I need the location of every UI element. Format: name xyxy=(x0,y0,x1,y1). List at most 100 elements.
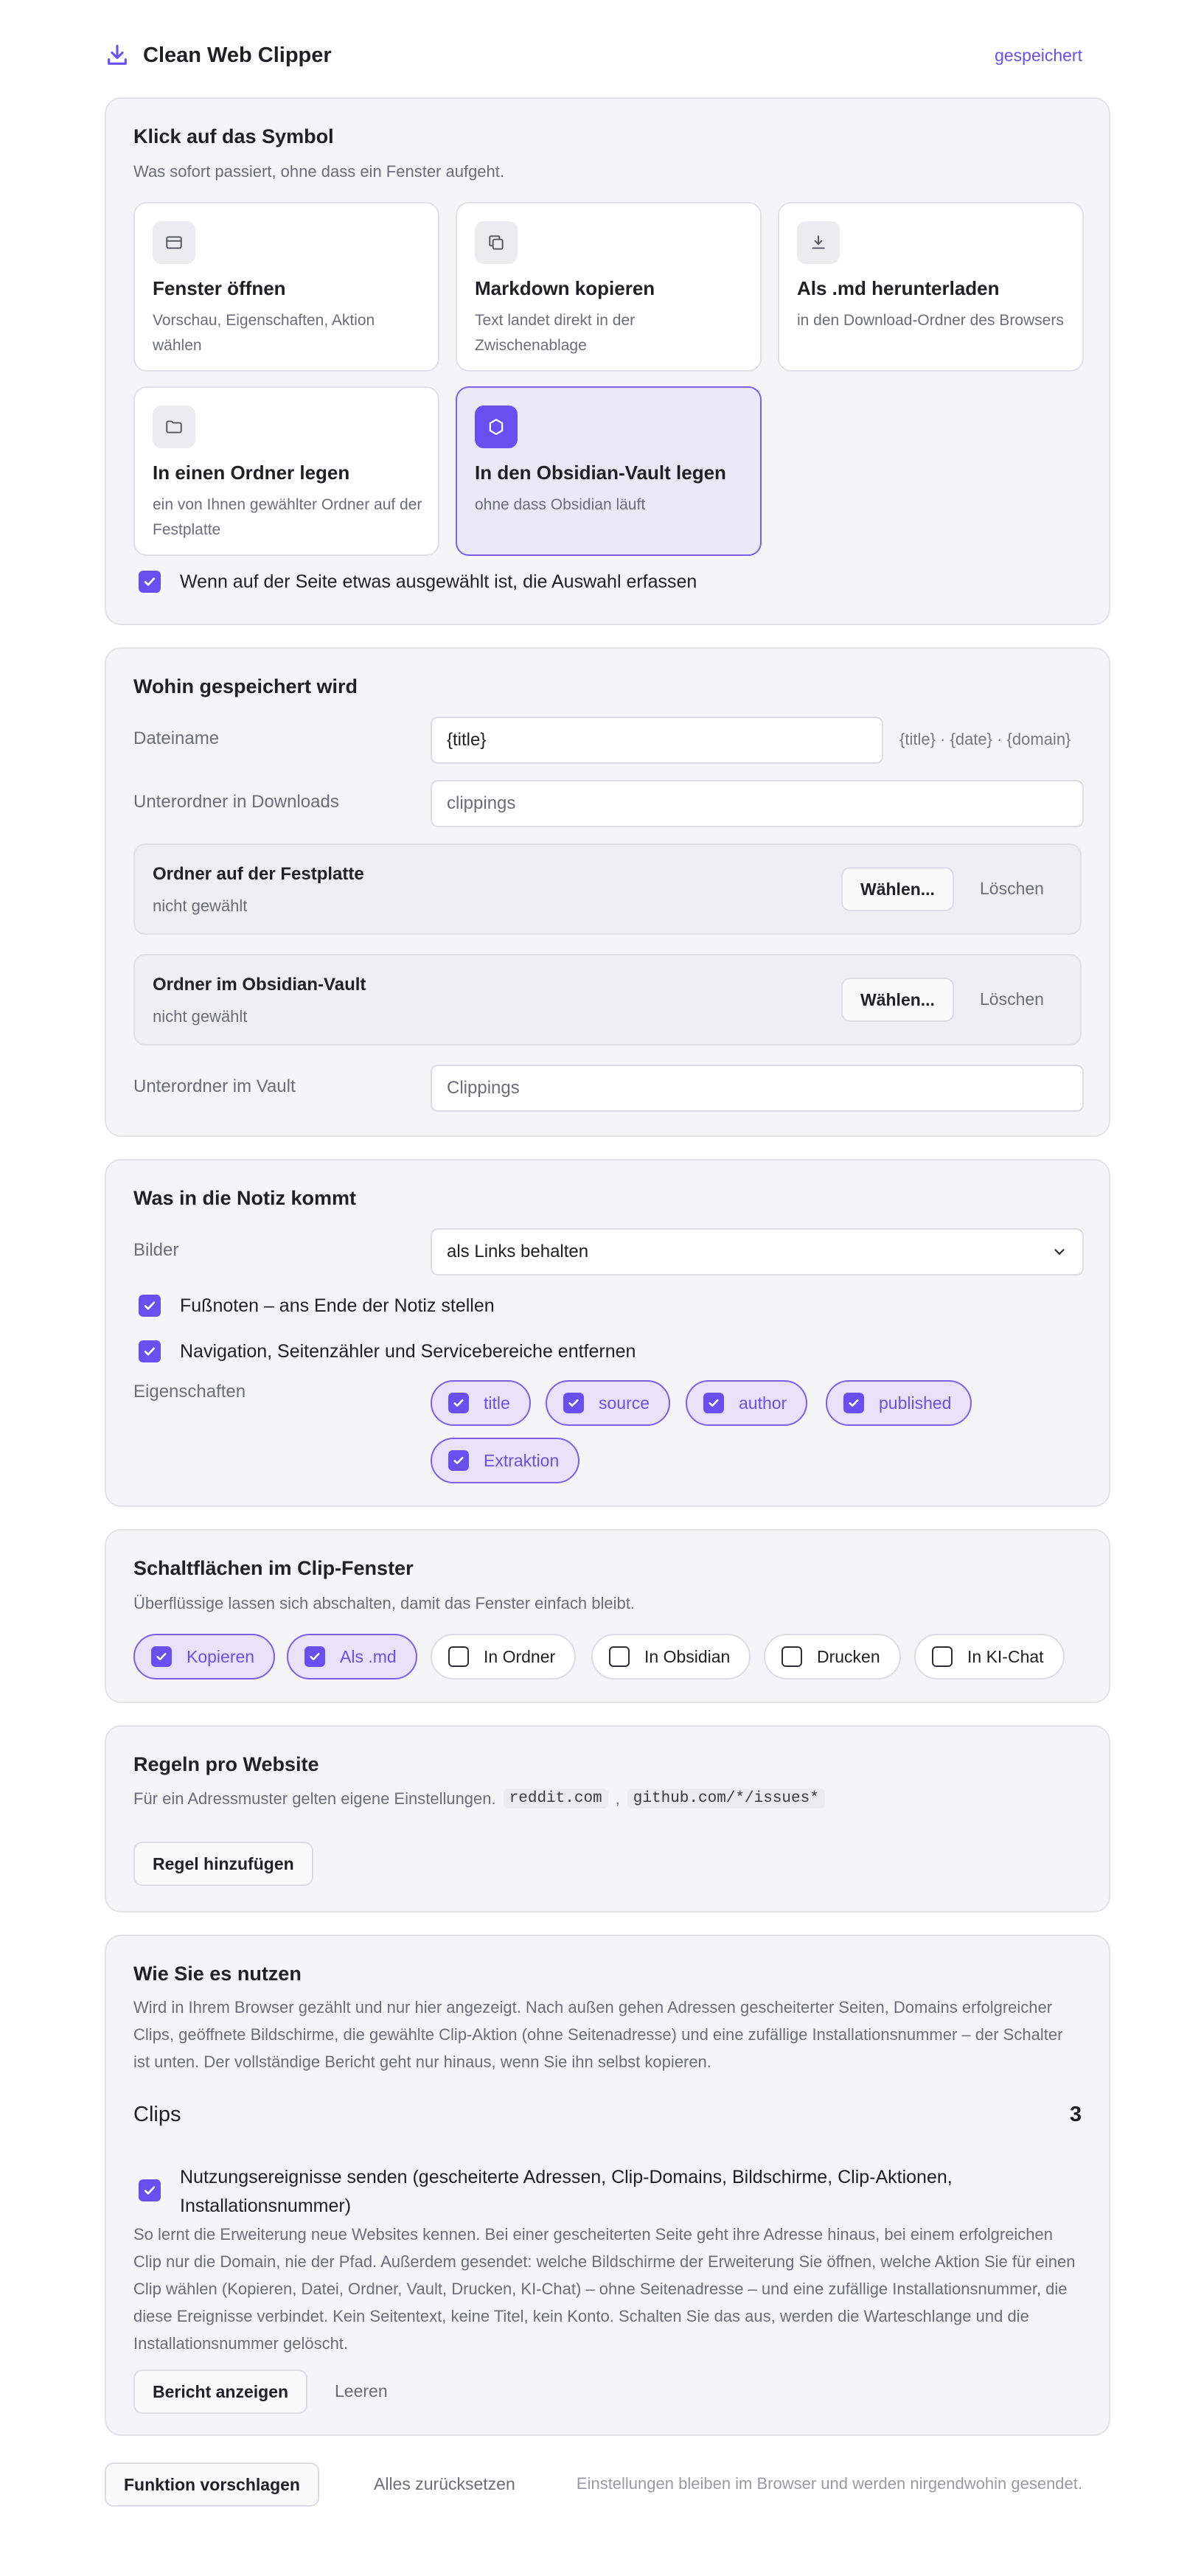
option-title: In einen Ordner legen xyxy=(153,462,350,484)
button-toggle-als-md[interactable]: Als .md xyxy=(287,1634,417,1679)
property-published-toggle[interactable]: published xyxy=(826,1380,972,1426)
section-title: Wie Sie es nutzen xyxy=(133,1963,302,1985)
rule-example-reddit: reddit.com xyxy=(503,1789,608,1809)
footnotes-row[interactable]: Fußnoten – ans Ende der Notiz stellen xyxy=(139,1295,495,1317)
vault-folder-title: Ordner im Obsidian-Vault xyxy=(153,975,366,995)
suggest-feature-button[interactable]: Funktion vorschlagen xyxy=(105,2462,319,2507)
button-toggle-label: Drucken xyxy=(817,1646,880,1666)
images-select[interactable]: als Links behalten xyxy=(431,1228,1084,1275)
site-rules-section: Regeln pro Website Für ein Adressmuster … xyxy=(105,1725,1110,1912)
images-label: Bilder xyxy=(133,1240,179,1260)
button-toggle-label: In Obsidian xyxy=(644,1646,731,1666)
property-source-toggle[interactable]: source xyxy=(546,1380,671,1426)
disk-folder-status: nicht gewählt xyxy=(153,897,248,915)
vault-subfolder-input[interactable]: Clippings xyxy=(431,1065,1084,1112)
button-toggle-kopieren[interactable]: Kopieren xyxy=(133,1634,276,1679)
button-toggle-drucken[interactable]: Drucken xyxy=(764,1634,901,1679)
section-title: Was in die Notiz kommt xyxy=(133,1187,357,1209)
navigation-label: Navigation, Seitenzähler und Servicebere… xyxy=(180,1340,636,1362)
check-icon xyxy=(151,1646,172,1667)
disk-folder-box: Ordner auf der Festplatte nicht gewählt … xyxy=(133,843,1082,935)
telemetry-description: So lernt die Erweiterung neue Websites k… xyxy=(133,2225,1076,2353)
clips-label: Clips xyxy=(133,2103,181,2126)
images-select-value: als Links behalten xyxy=(447,1242,589,1261)
downloads-subfolder-input[interactable]: clippings xyxy=(431,780,1084,827)
add-rule-button[interactable]: Regel hinzufügen xyxy=(133,1842,313,1886)
option-copy-markdown[interactable]: Markdown kopieren Text landet direkt in … xyxy=(456,202,762,372)
usage-section: Wie Sie es nutzen Wird in Ihrem Browser … xyxy=(105,1935,1110,2436)
property-title-toggle[interactable]: title xyxy=(431,1380,531,1426)
choose-disk-folder-button[interactable]: Wählen... xyxy=(841,867,954,911)
checkbox-empty-icon xyxy=(448,1646,469,1667)
checkbox-empty-icon xyxy=(932,1646,953,1667)
telemetry-label: Nutzungsereignisse senden (gescheiterte … xyxy=(180,2167,953,2216)
show-report-button[interactable]: Bericht anzeigen xyxy=(133,2370,308,2414)
option-open-window[interactable]: Fenster öffnen Vorschau, Eigenschaften, … xyxy=(133,202,439,372)
section-subtitle: Was sofort passiert, ohne dass ein Fenst… xyxy=(133,162,505,181)
usage-intro: Wird in Ihrem Browser gezählt und nur hi… xyxy=(133,1998,1063,2071)
vault-folder-status: nicht gewählt xyxy=(153,1007,248,1026)
vault-subfolder-label: Unterordner im Vault xyxy=(133,1076,296,1096)
note-content-section: Was in die Notiz kommt Bilder als Links … xyxy=(105,1159,1110,1507)
reset-all-button[interactable]: Alles zurücksetzen xyxy=(374,2474,515,2494)
brand: Clean Web Clipper xyxy=(105,43,332,68)
telemetry-checkbox[interactable] xyxy=(139,2179,161,2201)
footnotes-checkbox[interactable] xyxy=(139,1295,161,1317)
button-toggle-label: In KI-Chat xyxy=(967,1646,1044,1666)
vault-folder-box: Ordner im Obsidian-Vault nicht gewählt W… xyxy=(133,954,1082,1045)
property-label: title xyxy=(484,1393,510,1413)
clip-buttons-section: Schaltflächen im Clip-Fenster Überflüssi… xyxy=(105,1529,1110,1703)
option-folder[interactable]: In einen Ordner legen ein von Ihnen gewä… xyxy=(133,386,439,556)
option-title: Fenster öffnen xyxy=(153,277,286,299)
save-status: gespeichert xyxy=(995,45,1082,65)
chevron-down-icon xyxy=(1054,1249,1065,1256)
check-icon xyxy=(448,1450,469,1471)
footer: Funktion vorschlagen Alles zurücksetzen … xyxy=(105,2462,1082,2508)
navigation-row[interactable]: Navigation, Seitenzähler und Servicebere… xyxy=(139,1340,636,1362)
capture-selection-row[interactable]: Wenn auf der Seite etwas ausgewählt ist,… xyxy=(139,571,697,593)
option-title: Markdown kopieren xyxy=(475,277,655,299)
button-toggle-label: Als .md xyxy=(340,1646,397,1666)
button-toggle-in-obsidian[interactable]: In Obsidian xyxy=(591,1634,751,1679)
download-icon xyxy=(797,221,840,264)
choose-vault-folder-button[interactable]: Wählen... xyxy=(841,978,954,1022)
disk-folder-title: Ordner auf der Festplatte xyxy=(153,864,364,884)
checkbox-empty-icon xyxy=(782,1646,802,1667)
property-author-toggle[interactable]: author xyxy=(686,1380,808,1426)
rules-subtitle-text: Für ein Adressmuster gelten eigene Einst… xyxy=(133,1789,496,1808)
filename-label: Dateiname xyxy=(133,728,220,748)
check-icon xyxy=(304,1646,325,1667)
option-obsidian-vault[interactable]: In den Obsidian-Vault legen ohne dass Ob… xyxy=(456,386,762,556)
navigation-checkbox[interactable] xyxy=(139,1340,161,1362)
folder-icon xyxy=(153,405,195,448)
option-desc: ein von Ihnen gewählter Ordner auf der F… xyxy=(153,496,422,538)
clear-disk-folder-button[interactable]: Löschen xyxy=(980,879,1044,899)
option-title: Als .md herunterladen xyxy=(797,277,1000,299)
clear-vault-folder-button[interactable]: Löschen xyxy=(980,989,1044,1009)
rule-example-github: github.com/*/issues* xyxy=(627,1789,825,1809)
downloads-subfolder-label: Unterordner in Downloads xyxy=(133,792,339,812)
section-subtitle: Für ein Adressmuster gelten eigene Einst… xyxy=(133,1789,825,1809)
button-toggle-in-ki-chat[interactable]: In KI-Chat xyxy=(914,1634,1065,1679)
checkbox-empty-icon xyxy=(609,1646,630,1667)
option-download-md[interactable]: Als .md herunterladen in den Download-Or… xyxy=(778,202,1084,372)
check-icon xyxy=(448,1393,469,1413)
download-logo-icon xyxy=(108,44,127,65)
check-icon xyxy=(843,1393,864,1413)
button-toggle-in-ordner[interactable]: In Ordner xyxy=(431,1634,577,1679)
filename-input[interactable]: {title} xyxy=(431,717,883,764)
clear-usage-button[interactable]: Leeren xyxy=(335,2381,388,2401)
clips-count: 3 xyxy=(1069,2103,1082,2126)
footnotes-label: Fußnoten – ans Ende der Notiz stellen xyxy=(180,1295,495,1316)
check-icon xyxy=(703,1393,724,1413)
app-header: Clean Web Clipper gespeichert xyxy=(105,35,1082,75)
property-label: published xyxy=(879,1393,952,1413)
capture-selection-label: Wenn auf der Seite etwas ausgewählt ist,… xyxy=(180,571,697,592)
property-extraktion-toggle[interactable]: Extraktion xyxy=(431,1438,580,1483)
capture-selection-checkbox[interactable] xyxy=(139,571,161,593)
property-label: source xyxy=(599,1393,650,1413)
section-title: Schaltflächen im Clip-Fenster xyxy=(133,1557,414,1579)
section-title: Wohin gespeichert wird xyxy=(133,675,358,697)
check-icon xyxy=(563,1393,584,1413)
option-desc: Text landet direkt in der Zwischenablage xyxy=(475,312,636,354)
